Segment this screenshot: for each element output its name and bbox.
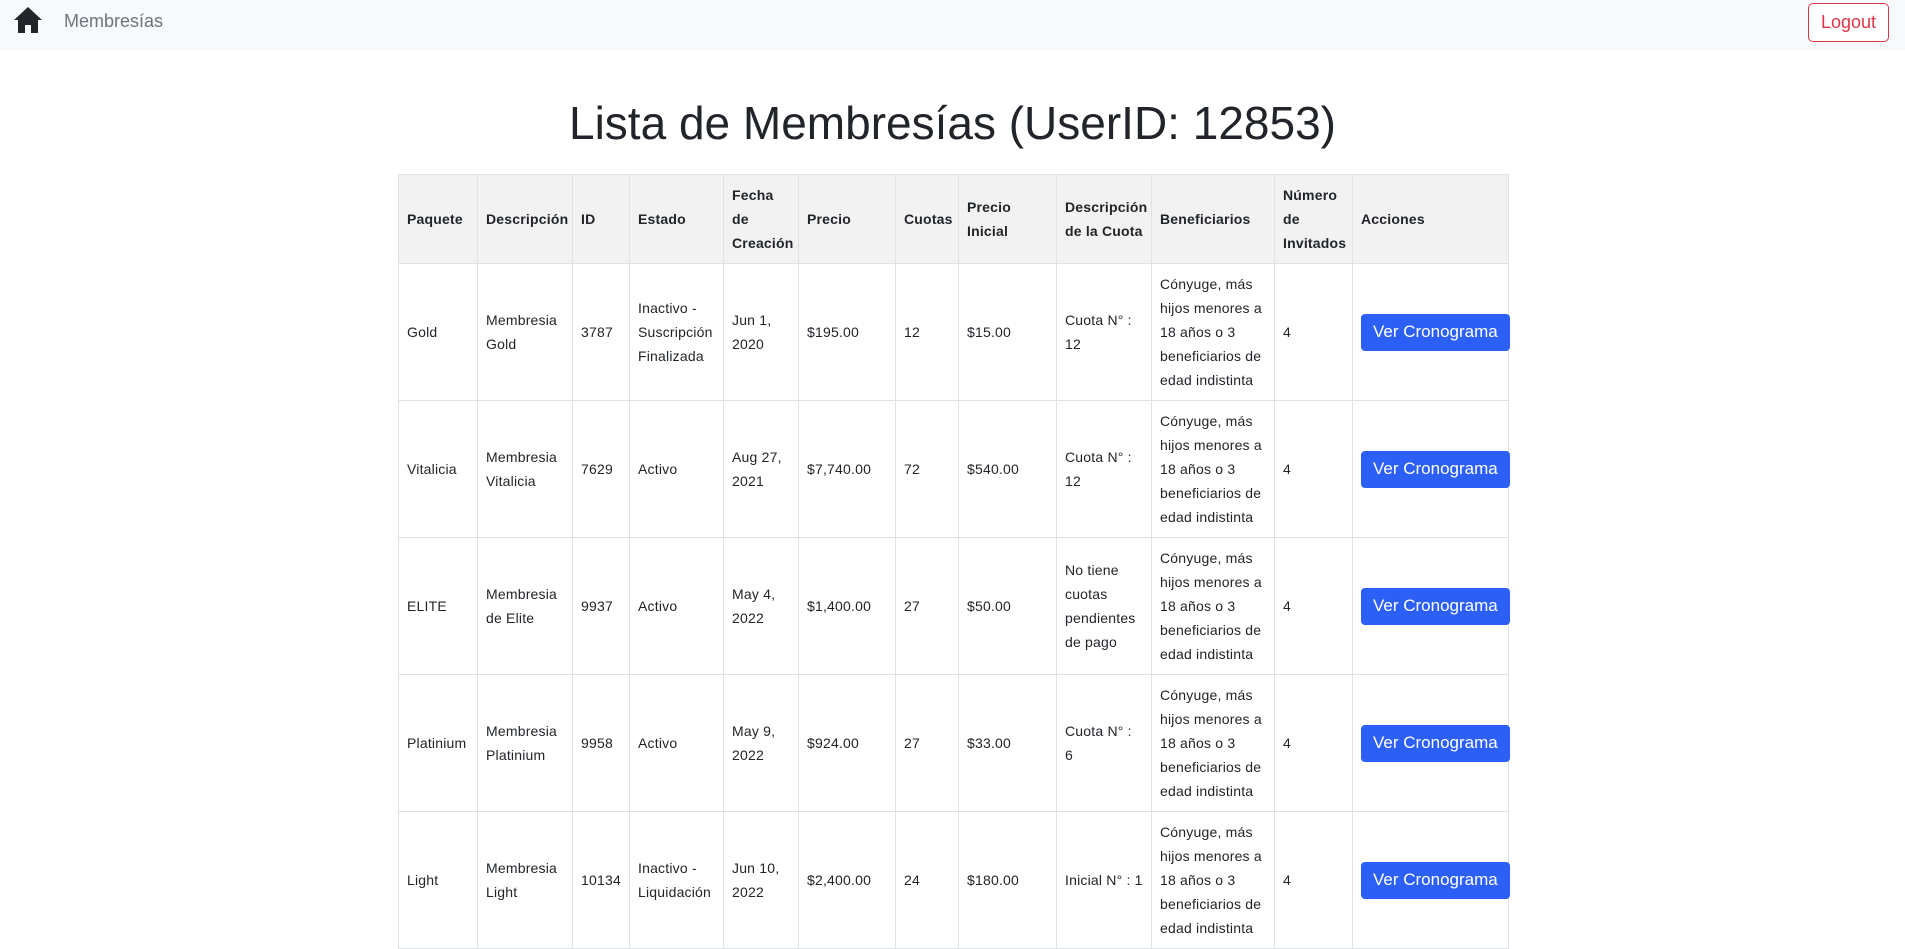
cell-acciones: Ver Cronograma [1352,537,1510,675]
cell-precio-inicial: $15.00 [958,263,1057,401]
cell-beneficiarios: Cónyuge, más hijos menores a 18 años o 3… [1151,811,1275,949]
cell-acciones: Ver Cronograma [1352,674,1510,812]
cell-paquete: Vitalicia [398,400,478,538]
cell-descripcion: Membresia Gold [477,263,573,401]
header-descripcion-cuota: Descripción de la Cuota [1056,174,1152,264]
ver-cronograma-button[interactable]: Ver Cronograma [1361,724,1510,762]
cell-descripcion-cuota: Cuota N° : 6 [1056,674,1152,812]
cell-fecha: Jun 10, 2022 [723,811,799,949]
cell-descripcion-cuota: Cuota N° : 12 [1056,400,1152,538]
cell-precio: $2,400.00 [798,811,896,949]
cell-id: 3787 [572,263,630,401]
cell-cuotas: 24 [895,811,959,949]
cell-cuotas: 12 [895,263,959,401]
cell-estado: Activo [629,674,724,812]
cell-acciones: Ver Cronograma [1352,811,1510,949]
header-precio-inicial: Precio Inicial [958,174,1057,264]
home-icon [13,6,43,39]
header-paquete: Paquete [398,174,478,264]
table-row: Gold Membresia Gold 3787 Inactivo - Susc… [398,263,1510,401]
page-title: Lista de Membresías (UserID: 12853) [569,97,1336,149]
header-descripcion: Descripción [477,174,573,264]
cell-precio-inicial: $33.00 [958,674,1057,812]
cell-acciones: Ver Cronograma [1352,400,1510,538]
cell-invitados: 4 [1274,263,1353,401]
cell-descripcion-cuota: No tiene cuotas pendientes de pago [1056,537,1152,675]
header-id: ID [572,174,630,264]
header-beneficiarios: Beneficiarios [1151,174,1275,264]
cell-descripcion: Membresia Vitalicia [477,400,573,538]
cell-estado: Inactivo - Liquidación [629,811,724,949]
memberships-table: Paquete Descripción ID Estado Fecha de C… [398,174,1510,949]
header-precio: Precio [798,174,896,264]
cell-precio-inicial: $50.00 [958,537,1057,675]
cell-fecha: Jun 1, 2020 [723,263,799,401]
cell-estado: Inactivo - Suscripción Finalizada [629,263,724,401]
header-fecha-creacion: Fecha de Creación [723,174,799,264]
header-estado: Estado [629,174,724,264]
table-row: Platinium Membresia Platinium 9958 Activ… [398,674,1510,812]
table-row: Vitalicia Membresia Vitalicia 7629 Activ… [398,400,1510,538]
cell-beneficiarios: Cónyuge, más hijos menores a 18 años o 3… [1151,400,1275,538]
cell-estado: Activo [629,400,724,538]
cell-precio: $1,400.00 [798,537,896,675]
cell-descripcion: Membresia Platinium [477,674,573,812]
header-acciones: Acciones [1352,174,1509,264]
cell-paquete: ELITE [398,537,478,675]
table-row: ELITE Membresia de Elite 9937 Activo May… [398,537,1510,675]
home-link[interactable] [11,5,45,39]
ver-cronograma-button[interactable]: Ver Cronograma [1361,587,1510,625]
cell-cuotas: 27 [895,537,959,675]
memberships-table-container: Paquete Descripción ID Estado Fecha de C… [398,174,1510,949]
cell-paquete: Light [398,811,478,949]
cell-precio: $924.00 [798,674,896,812]
cell-invitados: 4 [1274,400,1353,538]
cell-id: 10134 [572,811,630,949]
cell-cuotas: 72 [895,400,959,538]
cell-precio-inicial: $540.00 [958,400,1057,538]
navbar: Membresías Logout [0,0,1905,51]
cell-precio-inicial: $180.00 [958,811,1057,949]
cell-invitados: 4 [1274,537,1353,675]
header-cuotas: Cuotas [895,174,959,264]
cell-precio: $7,740.00 [798,400,896,538]
table-header-row: Paquete Descripción ID Estado Fecha de C… [398,174,1509,264]
cell-fecha: Aug 27, 2021 [723,400,799,538]
cell-id: 9937 [572,537,630,675]
navbar-brand[interactable]: Membresías [64,11,163,32]
cell-invitados: 4 [1274,811,1353,949]
cell-invitados: 4 [1274,674,1353,812]
cell-beneficiarios: Cónyuge, más hijos menores a 18 años o 3… [1151,537,1275,675]
header-numero-invitados: Número de Invitados [1274,174,1353,264]
cell-fecha: May 4, 2022 [723,537,799,675]
cell-descripcion-cuota: Inicial N° : 1 [1056,811,1152,949]
logout-button[interactable]: Logout [1807,3,1889,42]
cell-paquete: Platinium [398,674,478,812]
cell-beneficiarios: Cónyuge, más hijos menores a 18 años o 3… [1151,674,1275,812]
cell-descripcion: Membresia Light [477,811,573,949]
cell-estado: Activo [629,537,724,675]
cell-acciones: Ver Cronograma [1352,263,1510,401]
cell-precio: $195.00 [798,263,896,401]
cell-id: 7629 [572,400,630,538]
cell-id: 9958 [572,674,630,812]
cell-beneficiarios: Cónyuge, más hijos menores a 18 años o 3… [1151,263,1275,401]
ver-cronograma-button[interactable]: Ver Cronograma [1361,313,1510,351]
cell-paquete: Gold [398,263,478,401]
cell-fecha: May 9, 2022 [723,674,799,812]
ver-cronograma-button[interactable]: Ver Cronograma [1361,450,1510,488]
cell-descripcion-cuota: Cuota N° : 12 [1056,263,1152,401]
cell-descripcion: Membresia de Elite [477,537,573,675]
table-row: Light Membresia Light 10134 Inactivo - L… [398,811,1510,949]
ver-cronograma-button[interactable]: Ver Cronograma [1361,861,1510,899]
cell-cuotas: 27 [895,674,959,812]
